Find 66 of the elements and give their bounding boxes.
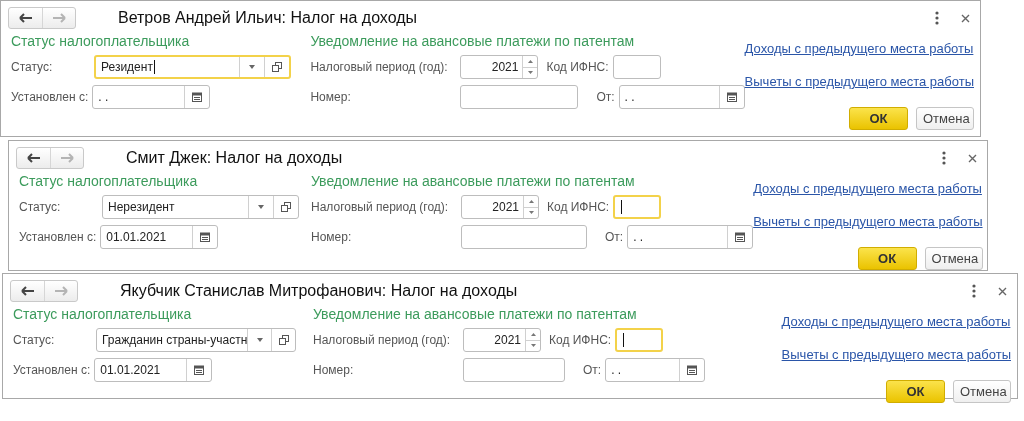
date-field[interactable]: . .: [605, 358, 706, 382]
field-label: Налоговый период (год):: [313, 333, 452, 347]
status-field[interactable]: Гражданин страны-участн: [96, 328, 296, 352]
section-heading: Уведомление на авансовые платежи по патентам: [313, 306, 638, 322]
field-label: Статус:: [13, 333, 56, 347]
right-arrow-icon: [54, 286, 68, 296]
date-field[interactable]: . .: [627, 225, 754, 249]
number-field[interactable]: [460, 85, 579, 109]
field-label: Код ИФНС:: [549, 333, 612, 347]
field-label: Код ИФНС:: [547, 200, 610, 214]
year-field[interactable]: 2021: [461, 195, 539, 219]
year-field[interactable]: 2021: [460, 55, 539, 79]
link[interactable]: Доходы с предыдущего места работы: [781, 314, 1011, 329]
field-label: Налоговый период (год):: [311, 200, 450, 214]
link[interactable]: Доходы с предыдущего места работы: [744, 41, 974, 56]
field-label: Код ИФНС:: [546, 60, 609, 74]
left-arrow-icon: [20, 286, 35, 296]
field-label: Номер:: [313, 363, 355, 377]
field-label: Статус:: [19, 200, 62, 214]
ifns-field[interactable]: [613, 195, 662, 219]
ifns-field[interactable]: [615, 328, 664, 352]
number-field[interactable]: [463, 358, 565, 382]
field-label: Установлен с:: [13, 363, 91, 377]
date-field[interactable]: 01.01.2021: [94, 358, 213, 382]
status-field[interactable]: Резидент: [94, 55, 291, 79]
window-title: Ветров Андрей Ильич: Налог на доходы: [118, 9, 418, 27]
field-label: Налоговый период (год):: [310, 60, 449, 74]
ok-button[interactable]: ОК: [886, 380, 945, 403]
number-field[interactable]: [461, 225, 587, 249]
field-label: От:: [583, 363, 602, 377]
right-arrow-icon: [60, 153, 74, 163]
cancel-button[interactable]: Отмена: [953, 380, 1011, 403]
link[interactable]: Вычеты с предыдущего места работы: [781, 347, 1011, 362]
field-label: Установлен с:: [11, 90, 89, 104]
field-label: От:: [596, 90, 615, 104]
link[interactable]: Доходы с предыдущего места работы: [753, 181, 983, 196]
field-label: Номер:: [311, 230, 353, 244]
status-field[interactable]: Нерезидент: [102, 195, 299, 219]
section-heading: Уведомление на авансовые платежи по патентам: [311, 173, 636, 189]
date-field[interactable]: . .: [92, 85, 211, 109]
section-heading: Статус налогоплательщика: [19, 173, 199, 189]
section-heading: Статус налогоплательщика: [11, 33, 191, 49]
section-heading: Уведомление на авансовые платежи по патентам: [310, 33, 636, 49]
right-arrow-icon: [52, 13, 66, 23]
field-label: Статус:: [11, 60, 54, 74]
ok-button[interactable]: ОК: [857, 247, 917, 270]
link[interactable]: Вычеты с предыдущего места работы: [753, 214, 983, 229]
spin-icon[interactable]: [522, 56, 538, 78]
left-arrow-icon: [26, 153, 41, 163]
field-label: От:: [605, 230, 624, 244]
date-field[interactable]: . .: [618, 85, 745, 109]
left-arrow-icon: [18, 13, 33, 23]
section-heading: Статус налогоплательщика: [13, 306, 193, 322]
spin-icon[interactable]: [525, 329, 540, 351]
spin-icon[interactable]: [523, 196, 538, 218]
link[interactable]: Вычеты с предыдущего места работы: [744, 74, 974, 89]
window-title: Смит Джек: Налог на доходы: [126, 149, 343, 167]
cancel-button[interactable]: Отмена: [924, 247, 983, 270]
window-title: Якубчик Станислав Митрофанович: Налог на доходы: [120, 282, 518, 300]
ok-button[interactable]: ОК: [849, 107, 908, 130]
field-label: Номер:: [310, 90, 352, 104]
year-field[interactable]: 2021: [463, 328, 541, 352]
date-field[interactable]: 01.01.2021: [100, 225, 219, 249]
ifns-field[interactable]: [612, 55, 661, 79]
field-label: Установлен с:: [19, 230, 97, 244]
cancel-button[interactable]: Отмена: [916, 107, 974, 130]
